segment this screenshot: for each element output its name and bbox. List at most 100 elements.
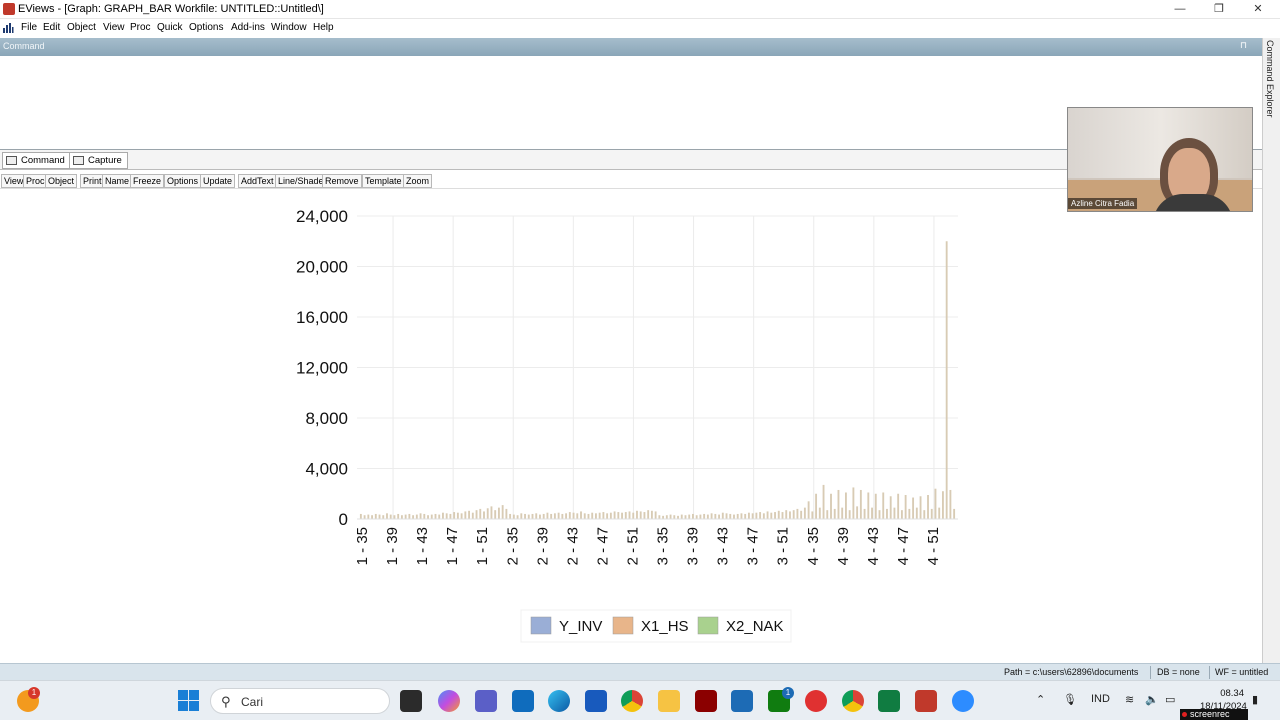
graph-name-button[interactable]: Name <box>102 174 133 188</box>
bar <box>953 508 956 519</box>
bar <box>900 510 903 519</box>
bar <box>475 510 478 519</box>
y-tick-label: 12,000 <box>296 359 348 378</box>
bar-chart: 24,000 20,000 16,000 12,000 8,000 4,000 0 1 - 3… <box>296 207 958 643</box>
bar <box>729 513 732 519</box>
graph-freeze-button[interactable]: Freeze <box>130 174 165 188</box>
bar <box>546 512 549 519</box>
menu-view[interactable]: View <box>103 22 125 33</box>
bar <box>479 508 482 519</box>
bar <box>580 511 582 519</box>
bar <box>371 515 373 519</box>
wps-icon[interactable] <box>805 690 827 712</box>
menu-window[interactable]: Window <box>271 22 307 33</box>
status-wf: WF = untitled <box>1215 667 1269 677</box>
bar <box>684 515 687 519</box>
edge-icon[interactable] <box>548 690 570 712</box>
x-tick-label: 4 - 43 <box>865 527 882 565</box>
bar <box>841 507 844 519</box>
bar <box>483 511 485 519</box>
search-icon: ⚲ <box>221 694 231 709</box>
y-tick-label: 24,000 <box>296 207 348 226</box>
tab-capture[interactable]: Capture <box>69 152 128 169</box>
x-tick-label: 3 - 35 <box>655 527 672 565</box>
status-separator <box>1150 666 1151 679</box>
bar <box>796 508 799 519</box>
menu-proc[interactable]: Proc <box>130 22 151 33</box>
bar <box>415 514 418 519</box>
graph-lineshade-button[interactable]: Line/Shade <box>275 174 327 188</box>
eviews-taskbar-icon[interactable] <box>915 690 937 712</box>
graph-options-button[interactable]: Options <box>164 174 202 188</box>
task-view-icon[interactable] <box>400 690 422 712</box>
menu-quick[interactable]: Quick <box>157 22 183 33</box>
bar <box>539 514 541 519</box>
windows-start-icon[interactable] <box>178 690 199 711</box>
record-dot-icon <box>1182 712 1187 717</box>
x-tick-label: 1 - 43 <box>414 527 431 565</box>
menu-add-ins[interactable]: Add-ins <box>231 22 265 33</box>
bar <box>486 508 489 519</box>
bar <box>721 512 724 519</box>
x-tick-label: 4 - 39 <box>835 527 852 565</box>
graph-zoom-button[interactable]: Zoom <box>403 174 433 188</box>
graph-area[interactable]: 24,000 20,000 16,000 12,000 8,000 4,000 0 1 - 3… <box>0 190 1262 660</box>
menu-edit[interactable]: Edit <box>43 22 60 33</box>
speaker-icon[interactable]: 🔈 <box>1145 693 1159 706</box>
title-bar: EViews - [Graph: GRAPH_BAR Workfile: UNT… <box>0 0 1280 19</box>
minimize-button[interactable]: — <box>1160 0 1200 19</box>
bar <box>490 506 493 519</box>
legend-label: X1_HS <box>641 618 689 635</box>
menu-help[interactable]: Help <box>313 22 334 33</box>
bar <box>419 513 422 519</box>
microphone-icon[interactable]: 🎙 <box>1063 693 1077 706</box>
graph-print-button[interactable]: Print <box>80 174 105 188</box>
bar <box>830 493 832 519</box>
excel-icon[interactable] <box>878 690 900 712</box>
language-indicator[interactable]: IND <box>1091 693 1110 705</box>
bar <box>811 511 814 519</box>
close-button[interactable]: ✕ <box>1238 0 1278 19</box>
y-tick-label: 16,000 <box>296 308 348 327</box>
bar <box>826 510 829 519</box>
chrome-profile-icon[interactable] <box>842 690 864 712</box>
graph-template-button[interactable]: Template <box>362 174 405 188</box>
taskbar-search[interactable]: ⚲ Cari <box>210 688 390 714</box>
y-tick-label: 0 <box>339 510 348 529</box>
word-icon[interactable] <box>585 690 607 712</box>
bar <box>516 515 519 519</box>
bar <box>591 512 594 519</box>
x-tick-label: 3 - 51 <box>775 527 792 565</box>
tab-command[interactable]: Command <box>2 152 71 169</box>
bar <box>692 513 694 519</box>
screenrec-watermark: screenrec <box>1180 709 1248 720</box>
menu-file[interactable]: File <box>21 22 37 33</box>
notification-icon[interactable]: ▮ <box>1252 693 1258 706</box>
chrome-icon[interactable] <box>621 690 643 712</box>
bar <box>874 493 877 519</box>
bar <box>889 496 892 519</box>
zoom-icon[interactable] <box>952 690 974 712</box>
graph-update-button[interactable]: Update <box>200 174 236 188</box>
graph-addtext-button[interactable]: AddText <box>238 174 277 188</box>
command-explorer-tab[interactable]: Command Explorer <box>1265 40 1275 118</box>
menu-options[interactable]: Options <box>189 22 223 33</box>
menu-object[interactable]: Object <box>67 22 96 33</box>
bar <box>785 510 788 519</box>
pin-icon[interactable]: ⊓ <box>1240 40 1247 51</box>
outlook-icon[interactable] <box>512 690 534 712</box>
graph-remove-button[interactable]: Remove <box>322 174 362 188</box>
store-icon[interactable] <box>731 690 753 712</box>
bar <box>535 513 538 519</box>
graph-proc-button[interactable]: Proc <box>23 174 48 188</box>
app-icon[interactable] <box>695 690 717 712</box>
battery-icon[interactable]: ▭ <box>1165 693 1175 706</box>
graph-object-button[interactable]: Object <box>45 174 78 188</box>
restore-button[interactable]: ❐ <box>1199 0 1239 19</box>
copilot-icon[interactable] <box>438 690 460 712</box>
file-explorer-icon[interactable] <box>658 690 680 712</box>
teams-icon[interactable] <box>475 690 497 712</box>
bar <box>859 489 862 519</box>
wifi-icon[interactable]: ≋ <box>1125 693 1134 706</box>
chevron-up-icon[interactable]: ⌃ <box>1036 693 1045 706</box>
